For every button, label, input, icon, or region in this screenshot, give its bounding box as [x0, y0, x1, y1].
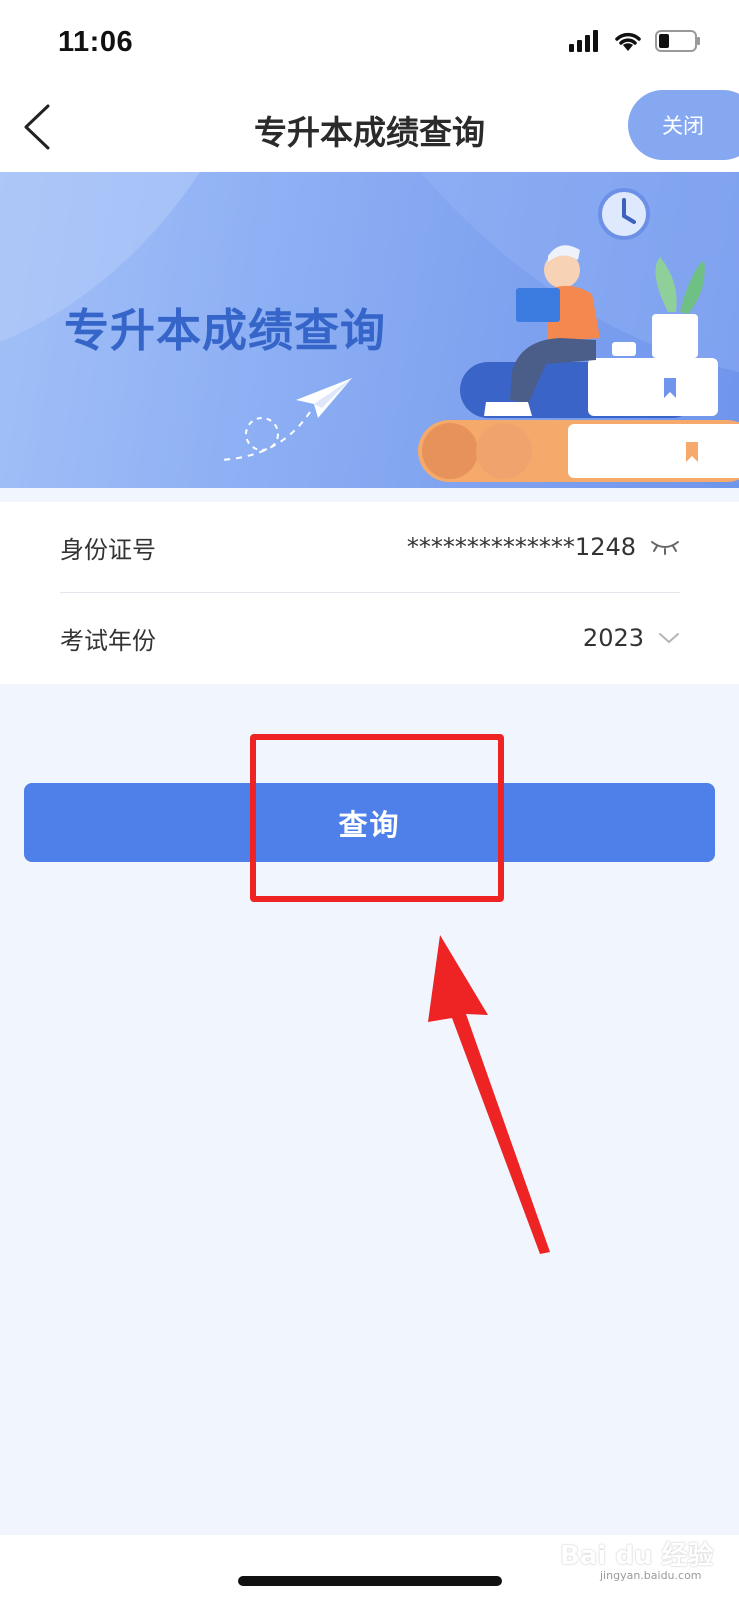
- status-time: 11:06: [58, 26, 134, 58]
- annotation-highlight-box: [250, 734, 504, 902]
- status-bar: 11:06: [0, 0, 739, 88]
- id-number-value-group: **************1248: [407, 533, 680, 561]
- chevron-down-icon: [659, 633, 679, 643]
- status-icons: [569, 30, 701, 52]
- cellular-signal-icon: [569, 30, 598, 52]
- exam-year-label: 考试年份: [60, 626, 156, 655]
- navigation-bar: 专升本成绩查询 关闭: [0, 88, 739, 172]
- watermark: Bai du 经验: [560, 1541, 714, 1571]
- id-number-value: **************1248: [406, 533, 636, 561]
- watermark-url: jingyan.baidu.com: [600, 1569, 702, 1582]
- banner-title: 专升本成绩查询: [64, 304, 387, 357]
- banner: 专升本成绩查询: [0, 172, 739, 488]
- exam-year-row[interactable]: 考试年份 2023: [60, 593, 680, 683]
- battery-icon: [655, 30, 700, 52]
- exam-year-value: 2023: [582, 624, 644, 652]
- wifi-icon: [615, 32, 641, 51]
- exam-year-value-group: 2023: [583, 624, 680, 652]
- annotation-arrow-icon: [428, 935, 550, 1254]
- id-number-row[interactable]: 身份证号 **************1248: [60, 502, 680, 592]
- paper-plane-icon: [296, 378, 352, 418]
- home-indicator[interactable]: [238, 1576, 502, 1586]
- clock-icon: [598, 188, 650, 240]
- close-button[interactable]: 关闭: [628, 90, 739, 160]
- id-number-label: 身份证号: [60, 535, 156, 564]
- eye-closed-icon: [651, 541, 679, 555]
- query-form: 身份证号 **************1248 考试年份 2023: [0, 502, 739, 684]
- toggle-visibility-button[interactable]: [650, 533, 680, 561]
